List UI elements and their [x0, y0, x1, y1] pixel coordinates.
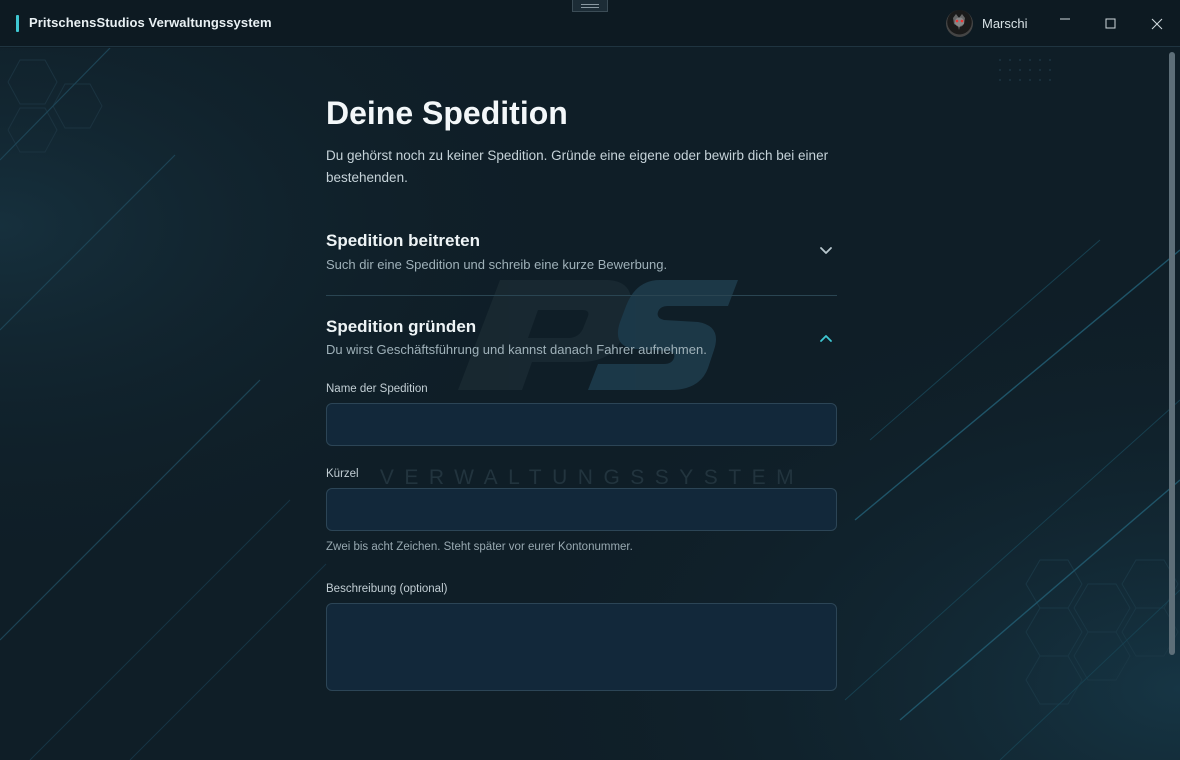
section-join-header[interactable]: Spedition beitreten Such dir eine Spedit…	[326, 231, 837, 281]
app-title: PritschensStudios Verwaltungssystem	[29, 15, 272, 30]
watermark-text: VERWALTUNGSSYSTEM	[380, 466, 804, 489]
chevron-up-icon[interactable]	[819, 333, 833, 343]
drag-handle[interactable]	[572, 0, 608, 12]
scrollbar-thumb[interactable]	[1169, 52, 1175, 655]
section-divider	[326, 295, 837, 296]
name-field-label: Name der Spedition	[326, 383, 428, 395]
chevron-down-icon[interactable]	[819, 245, 833, 255]
minimize-icon	[1060, 18, 1070, 20]
page-title: Deine Spedition	[326, 95, 568, 131]
title-bar[interactable]: PritschensStudios Verwaltungssystem Mars…	[0, 0, 1180, 47]
description-field-label: Beschreibung (optional)	[326, 583, 448, 595]
spedition-description-input[interactable]	[326, 603, 837, 691]
section-found-subtitle: Du wirst Geschäftsführung und kannst dan…	[326, 342, 707, 357]
section-join-title: Spedition beitreten	[326, 231, 480, 250]
short-field-label: Kürzel	[326, 468, 359, 480]
close-icon	[1151, 18, 1163, 30]
avatar-icon	[953, 14, 965, 30]
section-found-title: Spedition gründen	[326, 317, 477, 336]
spedition-short-input[interactable]	[326, 488, 837, 531]
maximize-button[interactable]	[1088, 0, 1134, 47]
user-avatar[interactable]	[946, 10, 973, 37]
user-name[interactable]: Marschi	[982, 16, 1028, 31]
section-join-subtitle: Such dir eine Spedition und schreib eine…	[326, 257, 668, 272]
maximize-icon	[1105, 18, 1116, 29]
short-field-hint: Zwei bis acht Zeichen. Steht später vor …	[326, 541, 633, 553]
section-found-header[interactable]: Spedition gründen Du wirst Geschäftsführ…	[326, 317, 837, 367]
close-button[interactable]	[1134, 0, 1180, 47]
app-accent-bar	[16, 15, 19, 32]
page-intro: Du gehörst noch zu keiner Spedition. Grü…	[326, 148, 829, 185]
spedition-name-input[interactable]	[326, 403, 837, 446]
minimize-button[interactable]	[1042, 0, 1088, 47]
